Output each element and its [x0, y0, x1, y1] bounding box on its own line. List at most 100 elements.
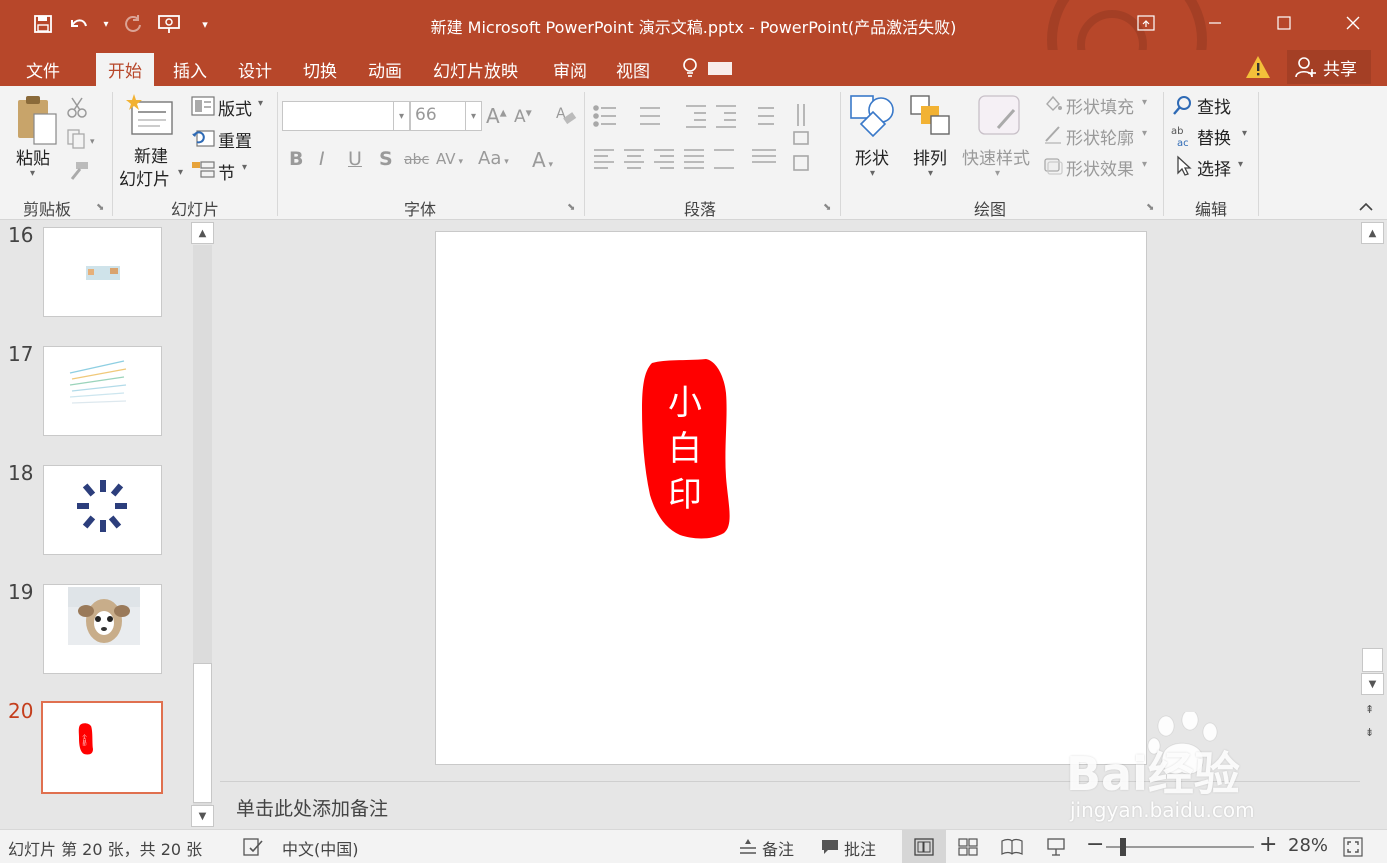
new-slide-label[interactable]: 新建	[134, 142, 168, 167]
stamp-text[interactable]: 小白印	[668, 381, 702, 519]
bold-icon[interactable]: B	[289, 148, 303, 170]
notes-icon[interactable]	[738, 838, 758, 860]
notes-button[interactable]: 备注	[762, 836, 794, 860]
share-button[interactable]: 共享	[1287, 50, 1371, 84]
layout-dropdown-icon[interactable]: ▾	[258, 98, 263, 109]
select-cursor-icon[interactable]	[1175, 155, 1193, 181]
tab-home[interactable]: 开始	[96, 53, 154, 86]
scroll-up-icon[interactable]: ▲	[191, 222, 214, 244]
previous-slide-icon[interactable]: ⇞	[1365, 703, 1374, 716]
increase-font-size-icon[interactable]: A▲	[486, 104, 507, 128]
slide-sorter-icon[interactable]	[946, 830, 990, 863]
layout-icon[interactable]	[191, 96, 215, 120]
replace-icon[interactable]: ab ac	[1171, 124, 1195, 152]
tab-design[interactable]: 设计	[226, 53, 284, 86]
maximize-icon[interactable]	[1249, 0, 1318, 46]
strikethrough-icon[interactable]: abc	[404, 152, 429, 168]
paragraph-launcher-icon[interactable]: ⬊	[823, 202, 831, 213]
notes-placeholder[interactable]: 单击此处添加备注	[236, 794, 388, 821]
font-size-dropdown-icon[interactable]: ▾	[466, 101, 482, 131]
minimize-icon[interactable]	[1180, 0, 1249, 46]
shape-effects-dropdown-icon[interactable]: ▾	[1142, 159, 1147, 170]
thumbnails-scrollbar[interactable]: ▲ ▼	[190, 221, 215, 829]
layout-button[interactable]: 版式	[218, 95, 252, 120]
comment-icon[interactable]	[820, 838, 840, 860]
shape-outline-button[interactable]: 形状轮廓	[1066, 124, 1134, 149]
select-dropdown-icon[interactable]: ▾	[1238, 159, 1243, 170]
shape-fill-icon[interactable]	[1043, 94, 1063, 118]
replace-button[interactable]: 替换	[1197, 124, 1231, 149]
new-slide-button[interactable]: 幻灯片	[119, 165, 170, 190]
quick-styles-dropdown-icon[interactable]: ▾	[995, 168, 1000, 179]
notes-pane[interactable]: 单击此处添加备注	[220, 781, 1360, 829]
arrange-button[interactable]: 排列	[913, 144, 947, 169]
undo-dropdown-icon[interactable]: ▾	[100, 10, 112, 38]
font-color-icon[interactable]: A ▾	[532, 148, 553, 172]
shape-outline-icon[interactable]	[1043, 124, 1063, 148]
underline-icon[interactable]: U	[348, 148, 362, 170]
present-from-start-icon[interactable]	[154, 10, 184, 38]
slide-thumbnail-19[interactable]	[43, 584, 162, 674]
reset-button[interactable]: 重置	[218, 127, 252, 152]
shadow-icon[interactable]: S	[379, 148, 393, 170]
arrange-dropdown-icon[interactable]: ▾	[928, 168, 933, 179]
arrange-icon[interactable]	[909, 94, 953, 138]
shape-effects-icon[interactable]	[1043, 155, 1063, 179]
paste-dropdown-icon[interactable]: ▾	[30, 168, 35, 179]
scroll-up-icon[interactable]: ▲	[1361, 222, 1384, 244]
zoom-slider[interactable]	[1106, 846, 1254, 848]
comments-button[interactable]: 批注	[844, 836, 876, 860]
clear-formatting-icon[interactable]: A	[555, 104, 577, 130]
zoom-out-button[interactable]: −	[1086, 832, 1104, 857]
tab-view[interactable]: 视图	[604, 53, 662, 86]
slideshow-view-icon[interactable]	[1034, 830, 1078, 863]
decrease-font-size-icon[interactable]: A▼	[514, 107, 532, 127]
change-case-icon[interactable]: Aa ▾	[478, 148, 509, 169]
section-dropdown-icon[interactable]: ▾	[242, 162, 247, 173]
drawing-launcher-icon[interactable]: ⬊	[1146, 202, 1154, 213]
tab-insert[interactable]: 插入	[161, 53, 219, 86]
tab-review[interactable]: 审阅	[541, 53, 599, 86]
tab-file[interactable]: 文件	[14, 53, 72, 86]
find-icon[interactable]	[1172, 94, 1194, 120]
shapes-button[interactable]: 形状	[855, 144, 889, 169]
spell-check-icon[interactable]	[242, 837, 264, 861]
font-launcher-icon[interactable]: ⬊	[567, 202, 575, 213]
shape-fill-dropdown-icon[interactable]: ▾	[1142, 97, 1147, 108]
font-size-input[interactable]: 66	[410, 101, 466, 131]
scroll-thumb[interactable]	[193, 663, 212, 803]
clipboard-launcher-icon[interactable]: ⬊	[96, 202, 104, 213]
paste-icon[interactable]	[14, 94, 60, 146]
warning-icon[interactable]	[1245, 54, 1271, 80]
scroll-down-icon[interactable]: ▼	[1361, 673, 1384, 695]
font-name-dropdown-icon[interactable]: ▾	[394, 101, 410, 131]
section-icon[interactable]	[191, 160, 215, 184]
slide-thumbnail-17[interactable]	[43, 346, 162, 436]
shape-effects-button[interactable]: 形状效果	[1066, 155, 1134, 180]
new-slide-dropdown-icon[interactable]: ▾	[178, 167, 183, 178]
section-button[interactable]: 节	[218, 159, 235, 184]
tab-animations[interactable]: 动画	[356, 53, 414, 86]
zoom-slider-handle[interactable]	[1120, 838, 1126, 856]
reading-view-icon[interactable]	[990, 830, 1034, 863]
zoom-in-button[interactable]: +	[1259, 832, 1277, 857]
italic-icon[interactable]: I	[319, 148, 325, 170]
shapes-dropdown-icon[interactable]: ▾	[870, 168, 875, 179]
redo-icon[interactable]	[118, 10, 148, 38]
customize-qat-icon[interactable]: ▾	[190, 10, 220, 38]
slide-thumbnail-18[interactable]	[43, 465, 162, 555]
cut-icon[interactable]	[66, 96, 88, 122]
quick-styles-button[interactable]: 快速样式	[962, 144, 1030, 169]
next-slide-icon[interactable]: ⇟	[1365, 726, 1374, 739]
undo-icon[interactable]	[64, 10, 94, 38]
current-slide[interactable]: 小白印	[435, 231, 1147, 765]
copy-icon[interactable]: ▾	[66, 128, 100, 154]
zoom-level[interactable]: 28%	[1288, 835, 1328, 856]
select-button[interactable]: 选择	[1197, 155, 1231, 180]
save-icon[interactable]	[28, 10, 58, 38]
slide-thumbnail-20[interactable]: 小白印	[41, 701, 163, 794]
find-button[interactable]: 查找	[1197, 93, 1231, 118]
slide-thumbnail-16[interactable]	[43, 227, 162, 317]
fit-to-window-icon[interactable]	[1343, 837, 1363, 861]
character-spacing-icon[interactable]: AV ▾	[436, 150, 463, 168]
